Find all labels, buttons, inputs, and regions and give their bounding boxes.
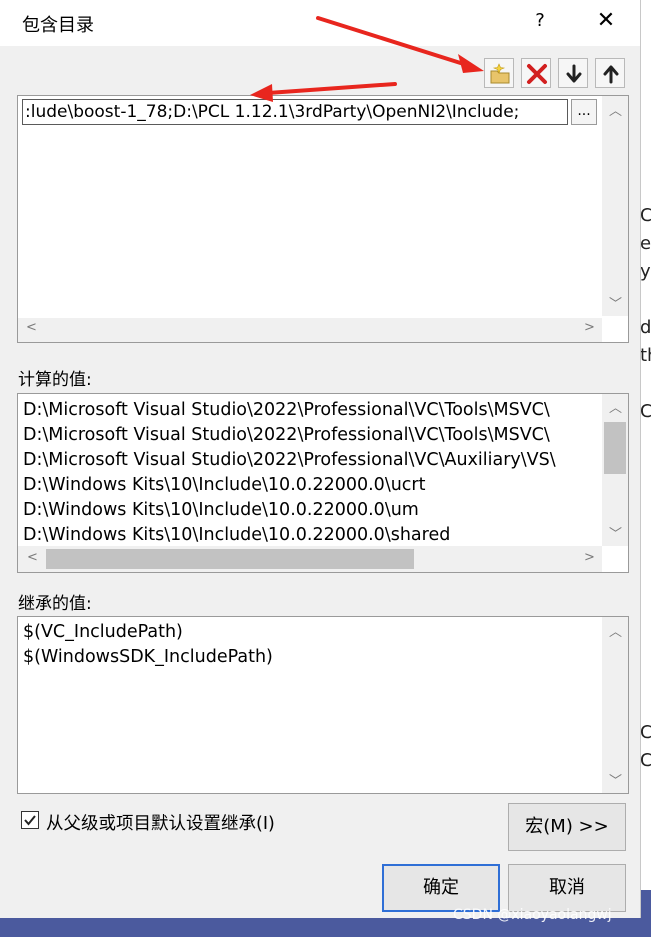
checkmark-icon [24, 815, 36, 826]
list-item: D:\Windows Kits\10\Include\10.0.22000.0\… [23, 500, 419, 520]
scroll-up-icon[interactable]: ︿ [609, 100, 622, 119]
list-item: D:\Microsoft Visual Studio\2022\Professi… [23, 400, 550, 420]
include-paths-list[interactable]: :lude\boost-1_78;D:\PCL 1.12.1\3rdParty\… [17, 95, 629, 343]
scroll-down-icon[interactable]: ﹀ [609, 770, 622, 789]
background-text: C [640, 205, 651, 226]
watermark: CSDN @xiaoyaolangwj [453, 907, 612, 923]
scroll-up-icon[interactable]: ︿ [609, 397, 622, 416]
background-text: C [640, 750, 651, 771]
scroll-right-icon[interactable]: > [584, 320, 595, 335]
move-up-button[interactable] [595, 58, 625, 88]
delete-line-button[interactable] [521, 58, 551, 88]
inherit-checkbox[interactable] [21, 811, 39, 829]
scroll-right-icon[interactable]: > [584, 550, 595, 565]
browse-button[interactable]: ... [571, 99, 597, 125]
scroll-thumb[interactable] [604, 422, 626, 474]
background-text: d [640, 317, 651, 338]
inherited-values-list: $(VC_IncludePath) $(WindowsSDK_IncludePa… [17, 616, 629, 794]
help-button[interactable]: ? [530, 10, 550, 31]
scroll-up-icon[interactable]: ︿ [609, 621, 622, 640]
scroll-down-icon[interactable]: ﹀ [609, 523, 622, 542]
move-down-icon [566, 64, 582, 83]
list-item: D:\Microsoft Visual Studio\2022\Professi… [23, 425, 550, 445]
background-taskbar-edge [640, 890, 651, 918]
move-up-icon [603, 65, 619, 84]
scroll-down-icon[interactable]: ﹀ [609, 293, 622, 312]
new-line-icon [490, 63, 510, 84]
move-down-button[interactable] [558, 58, 588, 88]
scroll-thumb[interactable] [46, 549, 414, 569]
list-item: $(WindowsSDK_IncludePath) [23, 647, 273, 667]
background-text: C_ [640, 401, 651, 422]
vertical-scrollbar[interactable]: ︿ ﹀ [602, 96, 628, 316]
include-path-input[interactable]: :lude\boost-1_78;D:\PCL 1.12.1\3rdParty\… [22, 99, 568, 125]
background-text: th [640, 345, 651, 366]
horizontal-scrollbar[interactable]: < > [18, 546, 602, 572]
include-directories-dialog: 包含目录 ? ✕ :lude\boost-1_78;D:\PCL 1.12.1\… [0, 0, 640, 918]
vertical-scrollbar[interactable]: ︿ ﹀ [602, 617, 628, 793]
vertical-scrollbar[interactable]: ︿ ﹀ [602, 394, 628, 546]
horizontal-scrollbar[interactable]: < > [18, 318, 602, 342]
list-item: D:\Microsoft Visual Studio\2022\Professi… [23, 450, 556, 470]
background-text: C [640, 722, 651, 743]
list-item: D:\Windows Kits\10\Include\10.0.22000.0\… [23, 475, 426, 495]
list-item: D:\Windows Kits\10\Include\10.0.22000.0\… [23, 525, 451, 545]
title-bar: 包含目录 ? ✕ [0, 0, 640, 46]
scroll-left-icon[interactable]: < [26, 320, 37, 335]
scroll-left-icon[interactable]: < [27, 550, 38, 565]
background-text: e [640, 233, 651, 254]
ok-button[interactable]: 确定 [382, 864, 500, 912]
inherit-checkbox-label[interactable]: 从父级或项目默认设置继承(I) [46, 810, 275, 835]
delete-icon [527, 64, 547, 84]
macros-button[interactable]: 宏(M) >> [508, 803, 626, 851]
background-text: ys [640, 261, 651, 282]
inherited-values-label: 继承的值: [18, 594, 92, 614]
cancel-button[interactable]: 取消 [508, 864, 626, 912]
computed-values-list: D:\Microsoft Visual Studio\2022\Professi… [17, 393, 629, 573]
list-item: $(VC_IncludePath) [23, 622, 183, 642]
close-button[interactable]: ✕ [594, 8, 618, 33]
computed-values-label: 计算的值: [18, 370, 92, 390]
dialog-title: 包含目录 [22, 15, 94, 36]
new-line-button[interactable] [484, 58, 514, 88]
